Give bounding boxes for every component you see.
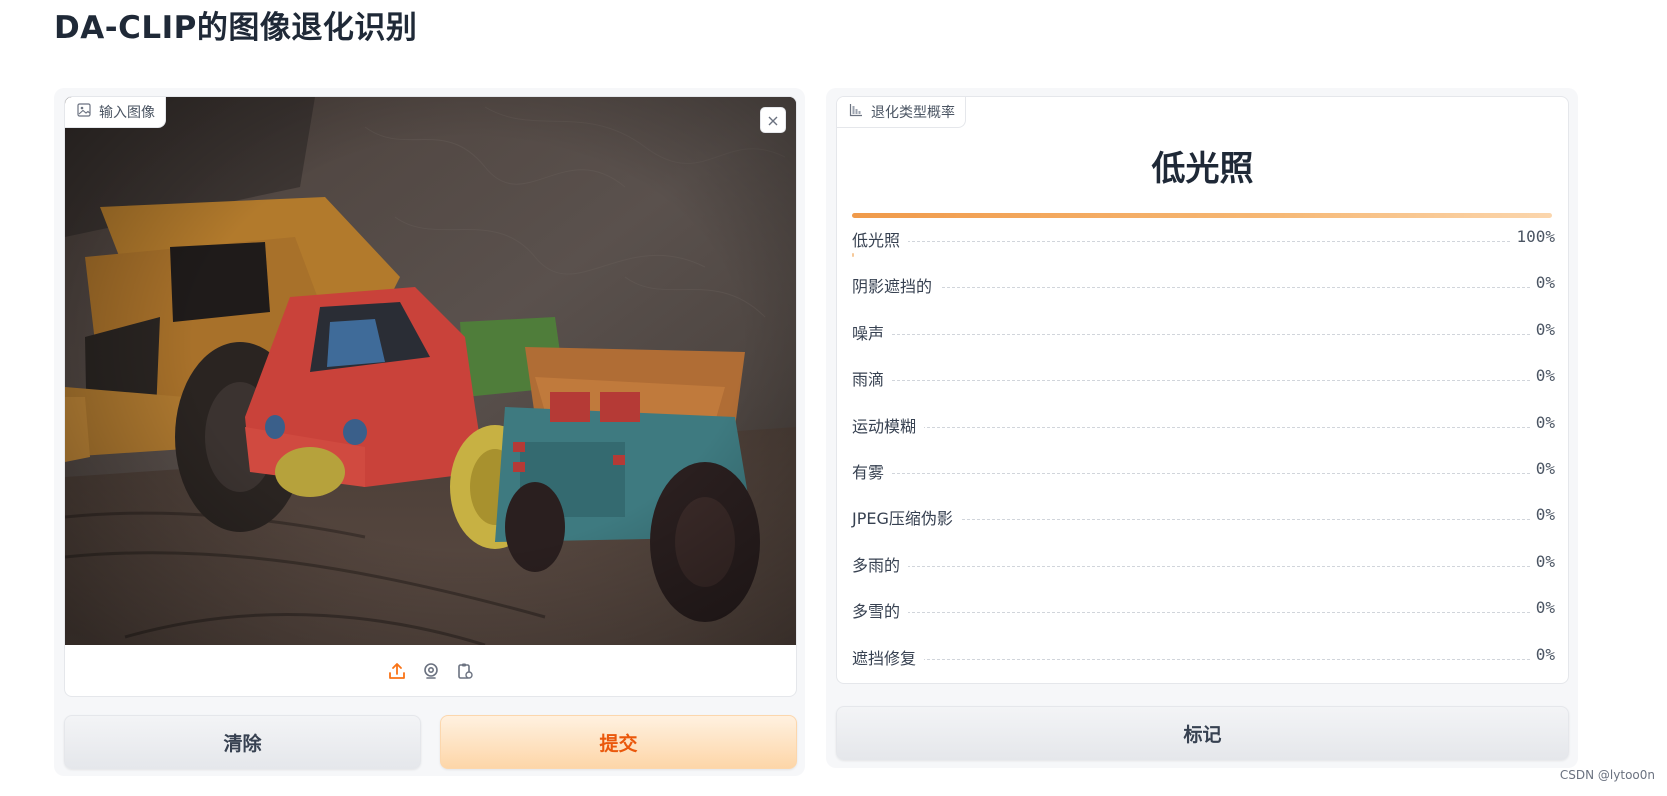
close-icon [768, 111, 778, 130]
confidence-label: JPEG压缩伪影 [852, 505, 961, 530]
confidence-value: 100% [1512, 227, 1555, 246]
confidence-label: 多雨的 [852, 551, 909, 576]
confidence-label: 运动模糊 [852, 412, 925, 437]
confidence-value: 0% [1531, 505, 1555, 525]
upload-icon[interactable] [387, 661, 407, 681]
clear-image-button[interactable] [760, 107, 786, 133]
flag-button[interactable]: 标记 [836, 706, 1569, 760]
confidence-leader [852, 426, 1555, 428]
image-input[interactable]: 输入图像 [64, 96, 797, 697]
confidence-label: 低光照 [852, 227, 909, 251]
confidence-label: 雨滴 [852, 366, 893, 391]
top-confidence-bar [852, 213, 1552, 218]
label-output-label-text: 退化类型概率 [871, 105, 955, 121]
confidence-value: 0% [1531, 412, 1555, 432]
confidence-label: 有雾 [852, 459, 893, 483]
confidence-leader [852, 380, 1555, 382]
input-panel: 输入图像 清除 提交 [54, 88, 805, 776]
webcam-icon[interactable] [421, 661, 441, 681]
confidence-value: 0% [1531, 319, 1555, 339]
confidence-value: 0% [1531, 598, 1555, 618]
confidence-value: 0% [1531, 644, 1555, 664]
input-photo [65, 97, 796, 645]
clipboard-icon[interactable] [455, 661, 475, 681]
page-title: DA-CLIP的图像退化识别 [54, 10, 418, 46]
label-output: 退化类型概率 低光照 低光照 100% 阴影遮挡的 0% 噪声 0% 雨滴 0% 运动模糊 0% 有… [836, 96, 1569, 684]
image-input-label: 输入图像 [65, 97, 166, 128]
confidence-mini-bar [852, 253, 854, 257]
image-source-bar [65, 645, 796, 696]
confidence-row[interactable]: 多雪的 0% [852, 598, 1555, 623]
predicted-label: 低光照 [1151, 149, 1254, 189]
confidence-value: 0% [1531, 366, 1555, 386]
confidence-value: 0% [1531, 273, 1555, 293]
confidence-leader [852, 333, 1555, 335]
confidence-row[interactable]: 噪声 0% [852, 319, 1555, 344]
output-panel: 退化类型概率 低光照 低光照 100% 阴影遮挡的 0% 噪声 0% 雨滴 0% 运动模糊 0% 有… [826, 88, 1578, 768]
confidence-value: 0% [1531, 551, 1555, 571]
confidence-label: 噪声 [852, 319, 893, 344]
confidence-row[interactable]: 运动模糊 0% [852, 412, 1555, 437]
confidence-label: 阴影遮挡的 [852, 273, 941, 298]
confidence-label: 遮挡修复 [852, 644, 925, 669]
label-output-label: 退化类型概率 [837, 97, 966, 128]
confidence-value: 0% [1531, 459, 1555, 478]
confidence-leader [852, 658, 1555, 660]
confidence-leader [852, 565, 1555, 567]
image-input-label-text: 输入图像 [99, 105, 155, 121]
watermark: CSDN @lytoo0n [1559, 768, 1655, 782]
confidence-label: 多雪的 [852, 598, 909, 623]
confidence-leader [852, 287, 1555, 289]
confidence-row[interactable]: 有雾 0% [852, 459, 1555, 483]
image-icon [77, 103, 91, 121]
submit-button[interactable]: 提交 [440, 715, 797, 769]
bar-chart-icon [849, 103, 863, 121]
confidence-row[interactable]: 低光照 100% [852, 227, 1555, 257]
confidence-row[interactable]: 多雨的 0% [852, 551, 1555, 576]
confidence-leader [852, 612, 1555, 614]
clear-button[interactable]: 清除 [64, 715, 421, 769]
confidence-row[interactable]: 遮挡修复 0% [852, 644, 1555, 669]
confidence-leader [852, 473, 1555, 474]
confidence-row[interactable]: 雨滴 0% [852, 366, 1555, 391]
confidence-row[interactable]: JPEG压缩伪影 0% [852, 505, 1555, 530]
confidence-leader [852, 241, 1555, 242]
confidence-row[interactable]: 阴影遮挡的 0% [852, 273, 1555, 298]
